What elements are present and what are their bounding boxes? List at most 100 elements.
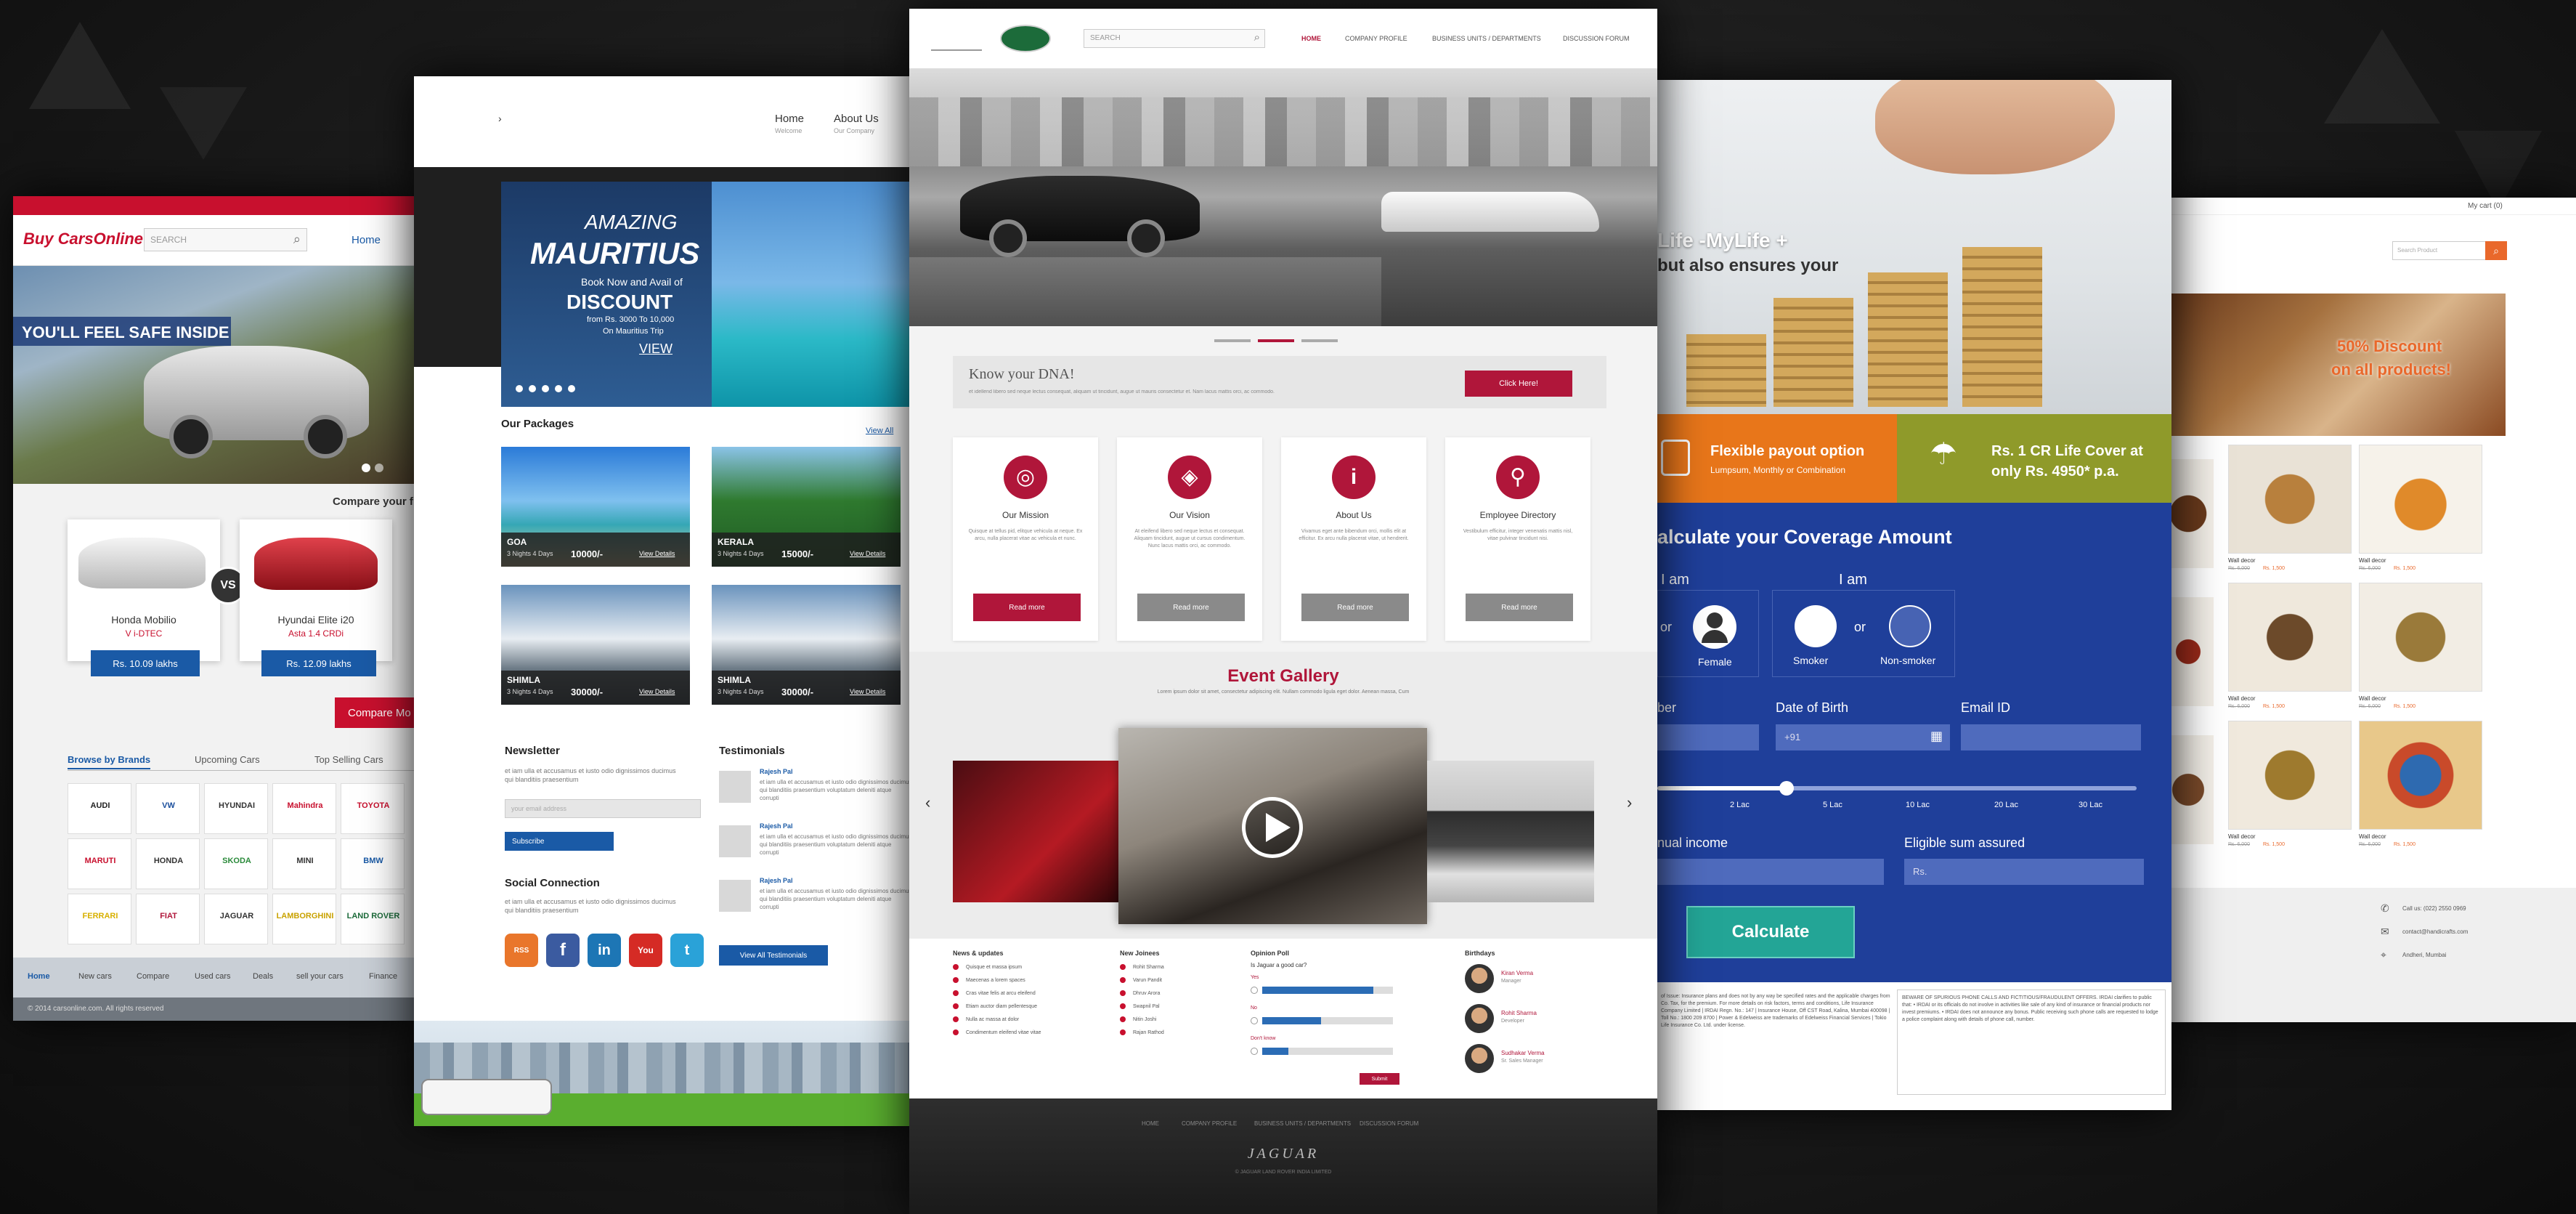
brand-logo[interactable]: LAMBORGHINI <box>272 894 336 944</box>
poll-radio[interactable] <box>1251 1017 1258 1024</box>
slider-indicator[interactable] <box>1301 339 1338 342</box>
nav-home[interactable]: Home <box>352 234 381 246</box>
search-input[interactable]: SEARCH ⌕ <box>144 228 307 251</box>
tab-top-selling[interactable]: Top Selling Cars <box>314 754 383 765</box>
smoker-icon[interactable] <box>1795 605 1837 647</box>
read-more-button[interactable]: Read more <box>1137 594 1245 621</box>
nav-company-profile[interactable]: COMPANY PROFILE <box>1345 35 1407 42</box>
tab-upcoming-cars[interactable]: Upcoming Cars <box>195 754 260 765</box>
poll-submit-button[interactable]: Submit <box>1360 1073 1399 1085</box>
slider-dot[interactable] <box>542 385 549 392</box>
product-image[interactable] <box>2359 445 2482 554</box>
coverage-slider-handle[interactable] <box>1779 781 1795 796</box>
product-name[interactable]: Wall decor <box>2228 557 2256 564</box>
package-details-link[interactable]: View Details <box>850 550 885 557</box>
product-name[interactable]: Wall decor <box>2359 557 2386 564</box>
search-icon[interactable]: ⌕ <box>2485 241 2507 260</box>
view-all-testimonials-button[interactable]: View All Testimonials <box>719 945 828 966</box>
slider-dot[interactable] <box>375 464 383 472</box>
hero-view-link[interactable]: VIEW <box>639 341 673 357</box>
nav-business-units[interactable]: BUSINESS UNITS / DEPARTMENTS <box>1432 35 1541 42</box>
email-field[interactable]: your email address <box>505 799 701 818</box>
nav-home[interactable]: Home <box>775 113 804 125</box>
brand-logo[interactable]: Mahindra <box>272 783 336 834</box>
gallery-next-arrow[interactable]: › <box>1627 793 1632 812</box>
brand-logo[interactable]: FIAT <box>136 894 200 944</box>
click-here-button[interactable]: Click Here! <box>1465 371 1572 397</box>
land-rover-logo[interactable] <box>1000 25 1051 52</box>
view-all-link[interactable]: View All <box>866 426 893 435</box>
product-image[interactable] <box>2228 583 2352 692</box>
linkedin-icon[interactable]: in <box>588 934 621 967</box>
product-image[interactable] <box>2170 597 2214 706</box>
package-details-link[interactable]: View Details <box>639 550 675 557</box>
slider-indicator-active[interactable] <box>1258 339 1294 342</box>
product-image[interactable] <box>2228 721 2352 830</box>
joinee-item[interactable]: Rajan Rathod <box>1120 1029 1164 1035</box>
brand-logo[interactable]: HONDA <box>136 838 200 889</box>
footer-link[interactable]: sell your cars <box>296 972 344 981</box>
brand-logo[interactable]: LAND ROVER <box>341 894 405 944</box>
non-smoker-icon[interactable] <box>1889 605 1931 647</box>
news-item[interactable]: Cras vitae felis at arcu eleifend <box>953 990 1036 996</box>
joinee-item[interactable]: Dhruv Arora <box>1120 990 1160 996</box>
package-card[interactable]: KERALA 3 Nights 4 Days 15000/- View Details <box>712 447 901 567</box>
package-details-link[interactable]: View Details <box>639 688 675 695</box>
income-field[interactable] <box>1657 859 1884 885</box>
menu-arrow-icon[interactable]: › <box>498 113 502 124</box>
slider-dot[interactable] <box>529 385 536 392</box>
package-details-link[interactable]: View Details <box>850 688 885 695</box>
brand-logo[interactable]: MINI <box>272 838 336 889</box>
nav-about[interactable]: About Us <box>834 113 879 125</box>
read-more-button[interactable]: Read more <box>1301 594 1409 621</box>
cart-link[interactable]: My cart (0) <box>2468 202 2503 210</box>
read-more-button[interactable]: Read more <box>973 594 1081 621</box>
product-name[interactable]: Wall decor <box>2228 833 2256 840</box>
slider-dot[interactable] <box>568 385 575 392</box>
dob-field[interactable]: +91 ▦ <box>1776 724 1950 750</box>
calculate-button[interactable]: Calculate <box>1686 906 1855 958</box>
nav-discussion-forum[interactable]: DISCUSSION FORUM <box>1563 35 1630 42</box>
footer-link[interactable]: Finance <box>369 972 397 981</box>
poll-radio[interactable] <box>1251 987 1258 994</box>
news-item[interactable]: Quisque et massa ipsum <box>953 964 1022 970</box>
subscribe-button[interactable]: Subscribe <box>505 832 614 851</box>
search-input[interactable]: Search Product <box>2392 241 2500 260</box>
footer-link[interactable]: Home <box>28 972 50 981</box>
news-item[interactable]: Maecenas a lorem spaces <box>953 977 1025 983</box>
twitter-icon[interactable]: t <box>670 934 704 967</box>
product-name[interactable]: Wall decor <box>2228 695 2256 702</box>
joinee-item[interactable]: Rohit Sharma <box>1120 964 1164 970</box>
search-input[interactable]: SEARCH ⌕ <box>1084 29 1265 48</box>
brand-logo[interactable]: JAGUAR <box>204 894 268 944</box>
contact-phone[interactable]: Call us: (022) 2550 0969 <box>2402 905 2466 912</box>
brand-logo[interactable]: BMW <box>341 838 405 889</box>
news-item[interactable]: Nulla ac massa at dolor <box>953 1016 1019 1022</box>
footer-link[interactable]: COMPANY PROFILE <box>1182 1120 1237 1127</box>
brand-logo[interactable]: SKODA <box>204 838 268 889</box>
site-logo[interactable]: Buy CarsOnline <box>23 230 143 248</box>
slider-indicator[interactable] <box>1214 339 1251 342</box>
compare-more-button[interactable]: Compare Mo <box>335 697 415 728</box>
footer-link[interactable]: DISCUSSION FORUM <box>1360 1120 1418 1127</box>
slider-dot[interactable] <box>516 385 523 392</box>
facebook-icon[interactable]: f <box>546 934 580 967</box>
contact-email[interactable]: contact@handicrafts.com <box>2402 928 2468 935</box>
coverage-slider-track[interactable] <box>1657 781 2137 796</box>
product-image[interactable] <box>2359 583 2482 692</box>
car-a-price-button[interactable]: Rs. 10.09 lakhs <box>91 650 200 676</box>
rss-icon[interactable]: RSS <box>505 934 538 967</box>
package-card[interactable]: GOA 3 Nights 4 Days 10000/- View Details <box>501 447 690 567</box>
youtube-icon[interactable]: You <box>629 934 662 967</box>
brand-logo[interactable]: MARUTI <box>68 838 131 889</box>
brand-logo[interactable]: TOYOTA <box>341 783 405 834</box>
number-field[interactable] <box>1657 724 1759 750</box>
compare-card-b[interactable]: Hyundai Elite i20 Asta 1.4 CRDi <box>240 519 392 661</box>
brand-logo[interactable]: FERRARI <box>68 894 131 944</box>
product-name[interactable]: Wall decor <box>2359 695 2386 702</box>
jaguar-logo[interactable] <box>931 26 982 51</box>
package-card[interactable]: SHIMLA 3 Nights 4 Days 30000/- View Details <box>712 585 901 705</box>
compare-card-a[interactable]: Honda Mobilio V i-DTEC <box>68 519 220 661</box>
product-image[interactable] <box>2359 721 2482 830</box>
car-b-price-button[interactable]: Rs. 12.09 lakhs <box>261 650 376 676</box>
